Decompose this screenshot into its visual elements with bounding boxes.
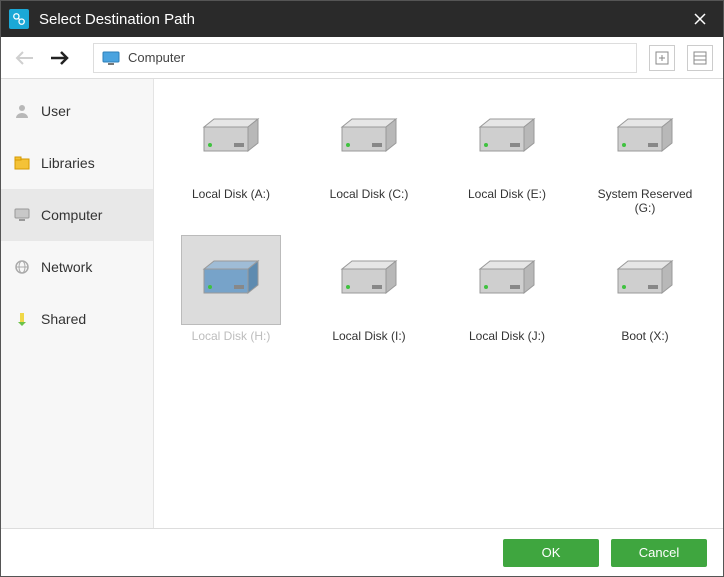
sidebar-item-label: Shared [41,311,86,327]
drive-item[interactable]: Local Disk (C:) [319,93,419,215]
drive-label: System Reserved (G:) [595,187,695,215]
drive-item[interactable]: Local Disk (J:) [457,235,557,343]
libraries-icon [13,154,31,172]
drive-icon [595,235,695,325]
user-icon [13,102,31,120]
sidebar-item-label: Computer [41,207,102,223]
view-toggle-button[interactable] [687,45,713,71]
path-box[interactable]: Computer [93,43,637,73]
sidebar-item-label: Network [41,259,92,275]
footer: OK Cancel [1,528,723,576]
drive-icon [457,93,557,183]
drive-icon [595,93,695,183]
back-button[interactable] [11,44,39,72]
computer-icon [102,51,120,65]
sidebar: User Libraries Computer Network Shared [1,79,154,528]
drive-label: Local Disk (I:) [319,329,419,343]
drive-icon [181,93,281,183]
drive-item[interactable]: Local Disk (H:) [181,235,281,343]
new-folder-button[interactable] [649,45,675,71]
close-button[interactable] [685,4,715,34]
ok-button[interactable]: OK [503,539,599,567]
shared-icon [13,310,31,328]
sidebar-item-network[interactable]: Network [1,241,153,293]
drive-item[interactable]: System Reserved (G:) [595,93,695,215]
drive-icon [319,93,419,183]
drive-label: Local Disk (A:) [181,187,281,201]
drive-label: Local Disk (E:) [457,187,557,201]
drive-label: Local Disk (H:) [181,329,281,343]
drive-label: Local Disk (J:) [457,329,557,343]
app-icon [9,9,29,29]
computer-icon [13,206,31,224]
drive-label: Boot (X:) [595,329,695,343]
sidebar-item-user[interactable]: User [1,85,153,137]
drive-icon [319,235,419,325]
content-area: Local Disk (A:) Local Disk (C:) Local Di… [154,79,723,528]
path-text: Computer [128,50,185,65]
drive-item[interactable]: Local Disk (I:) [319,235,419,343]
cancel-button[interactable]: Cancel [611,539,707,567]
sidebar-item-computer[interactable]: Computer [1,189,153,241]
drive-item[interactable]: Local Disk (E:) [457,93,557,215]
drive-label: Local Disk (C:) [319,187,419,201]
forward-button[interactable] [45,44,73,72]
window-title: Select Destination Path [39,11,685,28]
drive-item[interactable]: Local Disk (A:) [181,93,281,215]
drive-icon [181,235,281,325]
network-icon [13,258,31,276]
sidebar-item-label: Libraries [41,155,95,171]
toolbar: Computer [1,37,723,79]
titlebar: Select Destination Path [1,1,723,37]
sidebar-item-shared[interactable]: Shared [1,293,153,345]
sidebar-item-libraries[interactable]: Libraries [1,137,153,189]
drive-item[interactable]: Boot (X:) [595,235,695,343]
drive-icon [457,235,557,325]
sidebar-item-label: User [41,103,71,119]
